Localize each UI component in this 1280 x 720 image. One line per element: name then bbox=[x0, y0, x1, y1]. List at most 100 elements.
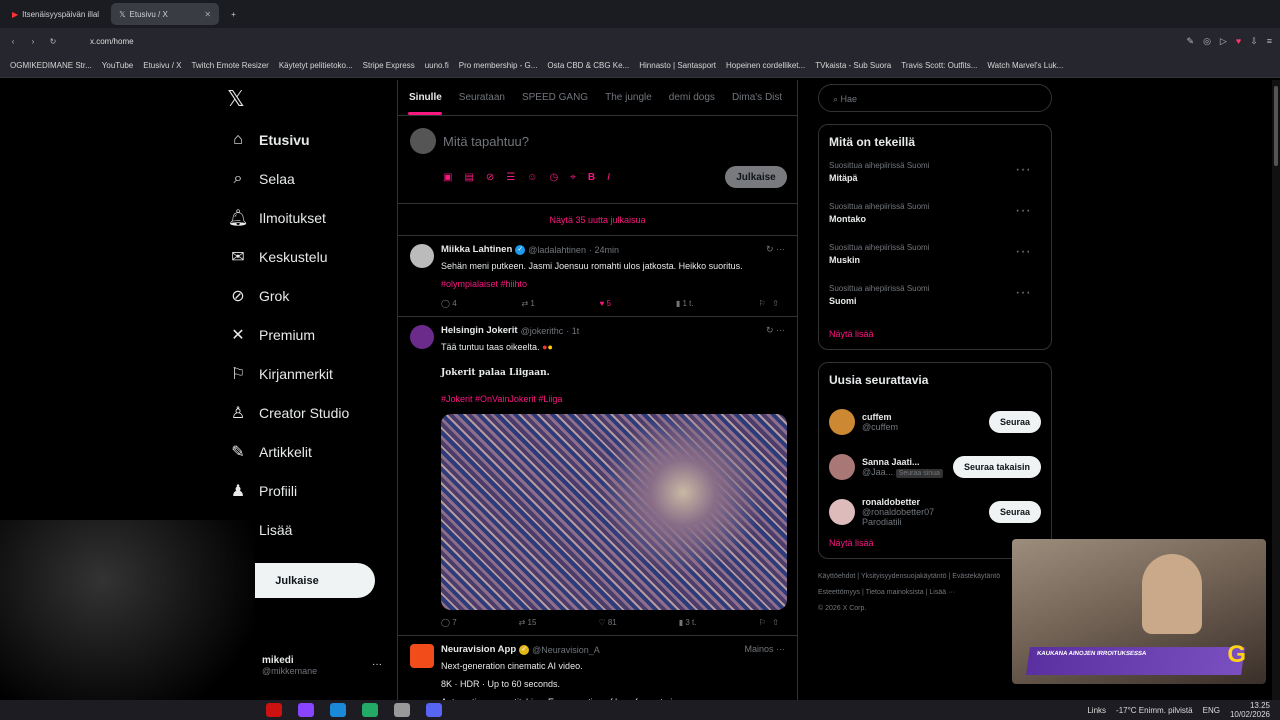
more-dots-icon[interactable]: ↻ ··· bbox=[766, 325, 785, 336]
heart-icon[interactable]: ♥ bbox=[1236, 36, 1241, 46]
new-tab-button[interactable]: + bbox=[223, 3, 244, 25]
back-icon[interactable]: ‹ bbox=[6, 37, 20, 46]
compose-input[interactable]: Mitä tapahtuu? bbox=[443, 134, 529, 149]
bookmark[interactable]: Watch Marvel's Luk... bbox=[987, 61, 1063, 70]
tab-for-you[interactable]: Sinulle bbox=[398, 80, 448, 115]
tweet-author[interactable]: Helsingin Jokerit bbox=[441, 325, 518, 336]
tab-list[interactable]: Dima's Dist bbox=[721, 80, 788, 115]
more-dots-icon[interactable]: ··· bbox=[1015, 202, 1031, 220]
menu-icon[interactable]: ≡ bbox=[1267, 36, 1272, 46]
sidebar-item-explore[interactable]: ⌕ Selaa bbox=[219, 159, 389, 198]
show-more-link[interactable]: Näytä lisää bbox=[829, 538, 1041, 548]
compose-post-button[interactable]: Julkaise bbox=[725, 166, 787, 188]
bookmark[interactable]: TVkaista - Sub Suora bbox=[815, 61, 891, 70]
bookmark-share[interactable]: ⚐ ⇧ bbox=[758, 618, 779, 627]
search-input[interactable]: ⌕ Hae bbox=[818, 84, 1052, 112]
tweet-author[interactable]: Miikka Lahtinen bbox=[441, 244, 512, 255]
edge-icon[interactable] bbox=[330, 703, 346, 717]
schedule-icon[interactable]: ◷ bbox=[549, 172, 558, 183]
tweet-ad[interactable]: Neuravision App ✓ @Neuravision_A Mainos … bbox=[398, 636, 797, 710]
clock-date[interactable]: 10/02/2026 bbox=[1230, 710, 1270, 719]
like-button[interactable]: ♡ 81 bbox=[598, 618, 616, 627]
sidebar-item-messages[interactable]: ✉ Keskustelu bbox=[219, 237, 389, 276]
bookmark[interactable]: Travis Scott: Outfits... bbox=[901, 61, 977, 70]
follow-back-button[interactable]: Seuraa takaisin bbox=[952, 455, 1041, 478]
browser-tab-active[interactable]: 𝕏 Etusivu / X ✕ bbox=[111, 3, 220, 25]
weather-widget[interactable]: -17°C Enimm. pilvistä bbox=[1116, 706, 1193, 715]
sidebar-item-creator-studio[interactable]: ♙ Creator Studio bbox=[219, 393, 389, 432]
bookmark[interactable]: Hinnasto | Santasport bbox=[639, 61, 716, 70]
reply-button[interactable]: ◯ 7 bbox=[441, 618, 457, 627]
x-logo-icon[interactable]: 𝕏 bbox=[227, 80, 389, 120]
follow-suggestion[interactable]: Sanna Jaati... @Jaa... Seuraa sinua Seura… bbox=[829, 444, 1041, 489]
tweet[interactable]: Helsingin Jokerit @jokerithc · 1t ↻ ··· … bbox=[398, 317, 797, 636]
like-button[interactable]: ♥ 5 bbox=[600, 299, 611, 308]
tweet-author[interactable]: Neuravision App bbox=[441, 644, 516, 655]
close-tab-icon[interactable]: ✕ bbox=[204, 10, 211, 19]
tab-following[interactable]: Seurataan bbox=[448, 80, 511, 115]
bookmark[interactable]: OGMIKEDIMANE Str... bbox=[10, 61, 92, 70]
poll-icon[interactable]: ☰ bbox=[506, 172, 515, 183]
bookmark[interactable]: Osta CBD & CBG Ke... bbox=[547, 61, 629, 70]
tweet-hashtags[interactable]: #Jokerit #OnVainJokerit #Liiga bbox=[441, 392, 787, 406]
bookmark[interactable]: uuno.fi bbox=[425, 61, 449, 70]
bookmark[interactable]: Käytetyt pelitietoko... bbox=[279, 61, 353, 70]
sidebar-item-notifications[interactable]: 🔔︎ Ilmoitukset bbox=[219, 198, 389, 237]
browser-tab[interactable]: ▶ Itsenäisyyspäivän illal bbox=[4, 3, 107, 25]
reload-icon[interactable]: ↻ bbox=[46, 37, 60, 46]
discord-icon[interactable] bbox=[426, 703, 442, 717]
follow-suggestion[interactable]: ronaldobetter @ronaldobetter07 Parodiatili… bbox=[829, 489, 1041, 534]
reply-button[interactable]: ◯ 4 bbox=[441, 299, 457, 308]
tab-list[interactable]: SPEED GANG bbox=[511, 80, 594, 115]
follow-button[interactable]: Seuraa bbox=[988, 500, 1041, 523]
more-dots-icon[interactable]: ··· bbox=[372, 659, 382, 670]
extension-icon[interactable]: ◎ bbox=[1203, 36, 1211, 47]
tweet[interactable]: Miikka Lahtinen ✓ @ladalahtinen · 24min … bbox=[398, 236, 797, 317]
retweet-button[interactable]: ⇄ 15 bbox=[519, 618, 537, 627]
tab-list[interactable]: The jungle bbox=[594, 80, 658, 115]
sidebar-item-home[interactable]: ⌂ Etusivu bbox=[219, 120, 389, 159]
more-dots-icon[interactable]: ··· bbox=[1015, 284, 1031, 302]
bookmark[interactable]: Hopeinen cordelliket... bbox=[726, 61, 805, 70]
show-new-posts[interactable]: Näytä 35 uutta julkaisua bbox=[398, 204, 797, 236]
trend-item[interactable]: Suosittua aihepiirissä Suomi Suomi ··· bbox=[829, 284, 1041, 325]
app-icon[interactable] bbox=[394, 703, 410, 717]
bookmark[interactable]: Etusivu / X bbox=[143, 61, 181, 70]
grok-icon[interactable]: ⊘ bbox=[486, 172, 494, 183]
language-indicator[interactable]: ENG bbox=[1203, 706, 1220, 715]
show-more-link[interactable]: Näytä lisää bbox=[829, 329, 1041, 339]
more-dots-icon[interactable]: ··· bbox=[1015, 243, 1031, 261]
tweet-video[interactable] bbox=[441, 414, 787, 610]
extension-icon[interactable]: ▷ bbox=[1220, 36, 1227, 47]
bookmark[interactable]: Twitch Emote Resizer bbox=[191, 61, 268, 70]
sidebar-item-articles[interactable]: ✎ Artikkelit bbox=[219, 432, 389, 471]
account-switcher[interactable]: mikedi @mikkemane ··· bbox=[262, 655, 387, 676]
views-button[interactable]: ▮ 3 t. bbox=[679, 618, 697, 627]
url-field[interactable]: x.com/home bbox=[90, 37, 134, 46]
bookmark[interactable]: YouTube bbox=[102, 61, 133, 70]
italic-icon[interactable]: I bbox=[607, 172, 610, 183]
trend-item[interactable]: Suosittua aihepiirissä Suomi Mitäpä ··· bbox=[829, 161, 1041, 202]
app-icon[interactable] bbox=[362, 703, 378, 717]
links-toolbar[interactable]: Links bbox=[1087, 706, 1106, 715]
bold-icon[interactable]: B bbox=[588, 172, 595, 183]
download-icon[interactable]: ⇩ bbox=[1250, 36, 1258, 47]
trend-item[interactable]: Suosittua aihepiirissä Suomi Muskin ··· bbox=[829, 243, 1041, 284]
opera-icon[interactable] bbox=[266, 703, 282, 717]
clock-time[interactable]: 13.25 bbox=[1250, 701, 1270, 710]
sidebar-item-bookmarks[interactable]: ⚐ Kirjanmerkit bbox=[219, 354, 389, 393]
retweet-button[interactable]: ⇄ 1 bbox=[521, 299, 534, 308]
tweet-hashtags[interactable]: #olympialaiset #hiihto bbox=[441, 277, 787, 291]
emoji-icon[interactable]: ☺ bbox=[527, 172, 537, 183]
views-button[interactable]: ▮ 1 t. bbox=[676, 299, 694, 308]
follow-button[interactable]: Seuraa bbox=[988, 410, 1041, 433]
gif-icon[interactable]: ▤ bbox=[464, 172, 473, 183]
trend-item[interactable]: Suosittua aihepiirissä Suomi Montako ··· bbox=[829, 202, 1041, 243]
image-icon[interactable]: ▣ bbox=[443, 172, 452, 183]
sidebar-item-premium[interactable]: ✕ Premium bbox=[219, 315, 389, 354]
bookmark-share[interactable]: ⚐ ⇧ bbox=[758, 299, 779, 308]
bookmark[interactable]: Stripe Express bbox=[363, 61, 415, 70]
more-dots-icon[interactable]: ↻ ··· bbox=[766, 244, 785, 255]
sidebar-item-grok[interactable]: ⊘ Grok bbox=[219, 276, 389, 315]
follow-suggestion[interactable]: cuffem @cuffem Seuraa bbox=[829, 399, 1041, 444]
